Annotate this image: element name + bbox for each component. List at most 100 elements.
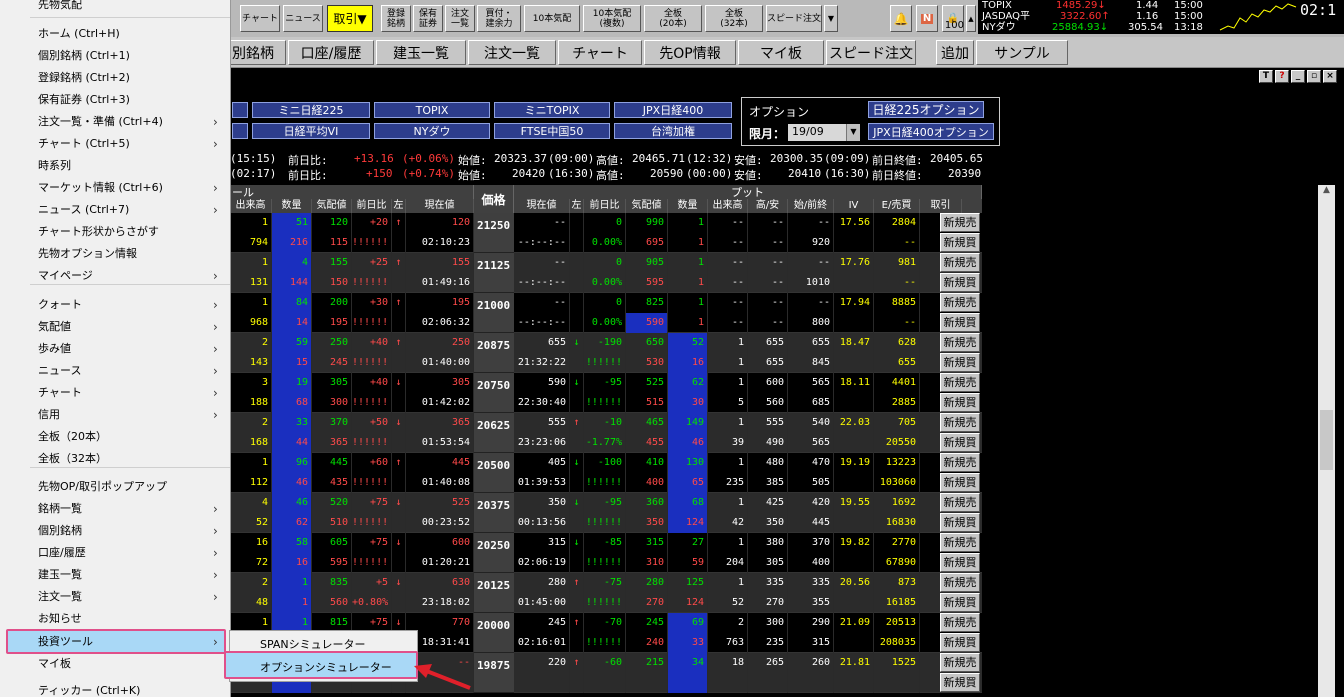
new-sell-button[interactable]: 新規売 <box>940 613 980 632</box>
buying-power-button[interactable]: 買付・ 建余力 <box>477 5 521 32</box>
vertical-scrollbar[interactable]: ▲ <box>1318 185 1335 697</box>
menu-item[interactable]: チャート › <box>0 382 231 404</box>
month-select[interactable]: 19/09 ▼ <box>788 124 860 141</box>
tab-speed[interactable]: スピード注文 <box>826 40 916 65</box>
tab-sample[interactable]: サンプル <box>976 40 1068 65</box>
close-icon[interactable]: × <box>1323 70 1337 83</box>
scroll-icon[interactable]: ▲ <box>966 5 976 32</box>
call-cell: 365 <box>406 413 474 433</box>
restore-icon[interactable]: ▫ <box>1307 70 1321 83</box>
trade-button[interactable]: 取引▼ <box>327 5 373 32</box>
menu-item[interactable]: ニュース (Ctrl+7) › <box>0 199 231 221</box>
menu-item[interactable]: 注文一覧 › <box>0 586 231 608</box>
menu-item[interactable]: 口座/履歴 › <box>0 542 231 564</box>
tab-orders[interactable]: 注文一覧 <box>468 40 556 65</box>
index-button[interactable] <box>232 123 248 139</box>
menu-item[interactable]: 保有証券 (Ctrl+3) <box>0 89 231 111</box>
menu-item[interactable]: 先物気配 <box>0 0 231 16</box>
menu-item[interactable]: チャート (Ctrl+5) › <box>0 133 231 155</box>
new-buy-button[interactable]: 新規買 <box>940 433 980 452</box>
menu-item[interactable]: チャート形状からさがす <box>0 221 231 243</box>
new-buy-button[interactable]: 新規買 <box>940 633 980 652</box>
bell-icon[interactable]: 🔔 <box>890 5 912 32</box>
menu-item[interactable]: クォート › <box>0 294 231 316</box>
tab-positions[interactable]: 建玉一覧 <box>376 40 466 65</box>
menu-item[interactable]: ホーム (Ctrl+H) <box>0 23 231 45</box>
new-sell-button[interactable]: 新規売 <box>940 293 980 312</box>
menu-item[interactable]: 全板（20本） <box>0 426 231 448</box>
index-topix[interactable]: TOPIX <box>374 102 490 118</box>
menu-item[interactable]: 時系列 <box>0 155 231 177</box>
minimize-icon[interactable]: _ <box>1291 70 1305 83</box>
index-minitopix[interactable]: ミニTOPIX <box>494 102 610 118</box>
speed-order-button[interactable]: スピード注文 <box>766 5 822 32</box>
new-buy-button[interactable]: 新規買 <box>940 353 980 372</box>
index-vi[interactable]: 日経平均VI <box>252 123 370 139</box>
new-sell-button[interactable]: 新規売 <box>940 453 980 472</box>
new-sell-button[interactable]: 新規売 <box>940 533 980 552</box>
new-buy-button[interactable]: 新規買 <box>940 313 980 332</box>
board20-button[interactable]: 全板 (20本) <box>644 5 702 32</box>
menu-item[interactable]: マイ板 <box>0 653 231 675</box>
tab-account[interactable]: 口座/履歴 <box>288 40 374 65</box>
registered-button[interactable]: 登録 銘柄 <box>381 5 411 32</box>
new-buy-button[interactable]: 新規買 <box>940 593 980 612</box>
menu-item[interactable]: マーケット情報 (Ctrl+6) › <box>0 177 231 199</box>
new-sell-button[interactable]: 新規売 <box>940 653 980 672</box>
tab-chart[interactable]: チャート <box>558 40 642 65</box>
news-button[interactable]: ニュース <box>283 5 323 32</box>
menu-item[interactable]: 注文一覧・準備 (Ctrl+4) › <box>0 111 231 133</box>
menu-item[interactable]: 先物オプション情報 <box>0 243 231 265</box>
jpx400-option-button[interactable]: JPX日経400オプション <box>868 123 994 140</box>
menu-item[interactable]: ティッカー (Ctrl+K) <box>0 680 231 697</box>
index-ftse[interactable]: FTSE中国50 <box>494 123 610 139</box>
menu-item[interactable]: 先物OP/取引ポップアップ <box>0 476 231 498</box>
menu-item[interactable]: 銘柄一覧 › <box>0 498 231 520</box>
new-sell-button[interactable]: 新規売 <box>940 213 980 232</box>
menu-item[interactable]: ニュース › <box>0 360 231 382</box>
index-button[interactable] <box>232 102 248 118</box>
menu-item[interactable]: 登録銘柄 (Ctrl+2) <box>0 67 231 89</box>
new-buy-button[interactable]: 新規買 <box>940 673 980 692</box>
new-buy-button[interactable]: 新規買 <box>940 513 980 532</box>
menu-item[interactable]: 歩み値 › <box>0 338 231 360</box>
chart-button[interactable]: チャート <box>240 5 280 32</box>
tab-futop[interactable]: 先OP情報 <box>644 40 736 65</box>
ten-quotes-multi-button[interactable]: 10本気配 (複数) <box>583 5 641 32</box>
menu-item[interactable]: 投資ツール › <box>0 631 231 653</box>
ten-quotes-button[interactable]: 10本気配 <box>524 5 580 32</box>
dropdown-icon[interactable]: ▼ <box>824 5 838 32</box>
holdings-button[interactable]: 保有 証券 <box>413 5 443 32</box>
new-buy-button[interactable]: 新規買 <box>940 233 980 252</box>
nikkei225-option-button[interactable]: 日経225オプション <box>868 101 984 118</box>
index-jpx400[interactable]: JPX日経400 <box>614 102 732 118</box>
new-buy-button[interactable]: 新規買 <box>940 273 980 292</box>
menu-item[interactable]: 信用 › <box>0 404 231 426</box>
new-sell-button[interactable]: 新規売 <box>940 373 980 392</box>
new-sell-button[interactable]: 新規売 <box>940 413 980 432</box>
t-icon[interactable]: T <box>1259 70 1273 83</box>
new-buy-button[interactable]: 新規買 <box>940 393 980 412</box>
new-buy-button[interactable]: 新規買 <box>940 473 980 492</box>
index-mini225[interactable]: ミニ日経225 <box>252 102 370 118</box>
new-sell-button[interactable]: 新規売 <box>940 253 980 272</box>
tab-myboard[interactable]: マイ板 <box>738 40 824 65</box>
index-taiwan[interactable]: 台湾加権 <box>614 123 732 139</box>
option-simulator-item[interactable]: オプションシミュレーター <box>224 651 418 679</box>
menu-item[interactable]: 個別銘柄 (Ctrl+1) <box>0 45 231 67</box>
help-icon[interactable]: ? <box>1275 70 1289 83</box>
new-sell-button[interactable]: 新規売 <box>940 573 980 592</box>
board32-button[interactable]: 全板 (32本) <box>705 5 763 32</box>
span-simulator-item[interactable]: SPANシミュレーター <box>260 636 365 652</box>
menu-item[interactable]: 個別銘柄 › <box>0 520 231 542</box>
tab-add[interactable]: 追加 <box>936 40 974 65</box>
menu-item[interactable]: 建玉一覧 › <box>0 564 231 586</box>
new-buy-button[interactable]: 新規買 <box>940 553 980 572</box>
n-icon[interactable]: N <box>916 5 938 32</box>
menu-item[interactable]: 気配値 › <box>0 316 231 338</box>
order-list-button[interactable]: 注文 一覧 <box>445 5 475 32</box>
index-nydow[interactable]: NYダウ <box>374 123 490 139</box>
menu-item[interactable]: お知らせ <box>0 608 231 630</box>
new-sell-button[interactable]: 新規売 <box>940 333 980 352</box>
new-sell-button[interactable]: 新規売 <box>940 493 980 512</box>
